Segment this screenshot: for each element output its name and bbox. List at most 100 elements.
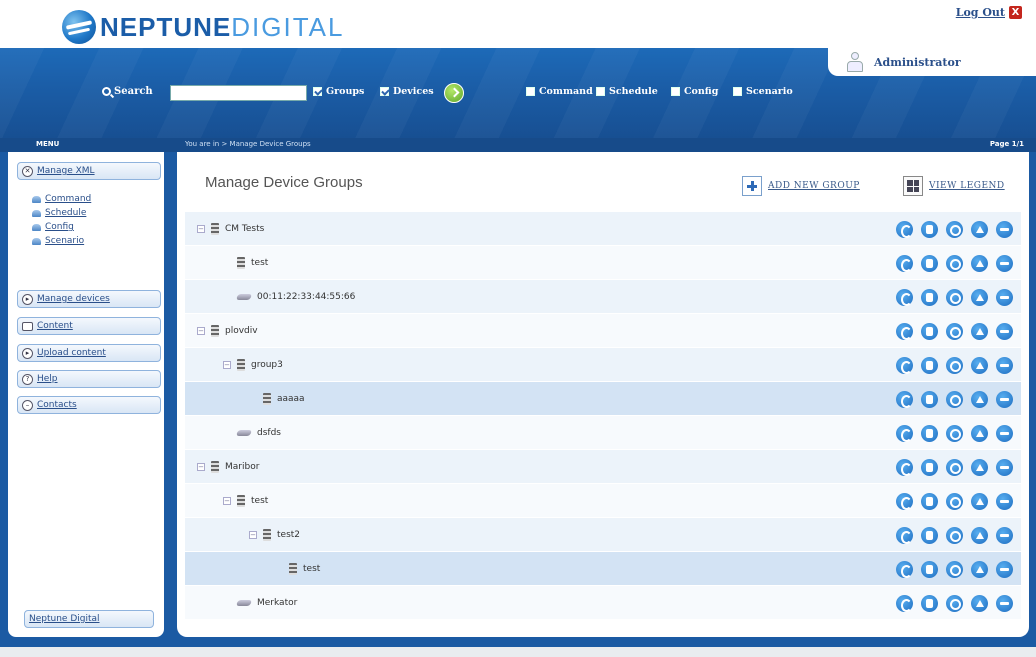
sidebar-footer-link[interactable]: Neptune Digital bbox=[24, 610, 154, 628]
submenu-command[interactable]: Command bbox=[32, 192, 91, 206]
table-row[interactable]: test bbox=[185, 246, 1021, 280]
search-icon[interactable] bbox=[946, 357, 963, 374]
copy-icon[interactable] bbox=[921, 357, 938, 374]
copy-icon[interactable] bbox=[921, 221, 938, 238]
logout-link[interactable]: Log Out bbox=[956, 6, 1005, 19]
sidebar-item-manage-xml[interactable]: ✕ Manage XML bbox=[17, 162, 161, 180]
delete-icon[interactable] bbox=[996, 391, 1013, 408]
edit-icon[interactable] bbox=[896, 391, 913, 408]
copy-icon[interactable] bbox=[921, 323, 938, 340]
search-icon[interactable] bbox=[946, 425, 963, 442]
search-icon[interactable] bbox=[946, 221, 963, 238]
table-row[interactable]: − group3 bbox=[185, 348, 1021, 382]
edit-icon[interactable] bbox=[896, 595, 913, 612]
copy-icon[interactable] bbox=[921, 391, 938, 408]
table-row[interactable]: − Maribor bbox=[185, 450, 1021, 484]
edit-icon[interactable] bbox=[896, 357, 913, 374]
move-up-icon[interactable] bbox=[971, 561, 988, 578]
collapse-toggle-icon[interactable]: − bbox=[197, 224, 205, 233]
search-icon[interactable] bbox=[946, 289, 963, 306]
move-up-icon[interactable] bbox=[971, 221, 988, 238]
search-icon[interactable] bbox=[946, 595, 963, 612]
copy-icon[interactable] bbox=[921, 527, 938, 544]
move-up-icon[interactable] bbox=[971, 289, 988, 306]
view-legend-button[interactable]: VIEW LEGEND bbox=[903, 176, 1005, 196]
collapse-toggle-icon[interactable]: − bbox=[197, 462, 205, 471]
move-up-icon[interactable] bbox=[971, 459, 988, 476]
edit-icon[interactable] bbox=[896, 493, 913, 510]
collapse-toggle-icon[interactable]: − bbox=[197, 326, 205, 335]
sidebar-item-upload-content[interactable]: ▸ Upload content bbox=[17, 344, 161, 362]
table-row[interactable]: − CM Tests bbox=[185, 212, 1021, 246]
sidebar-item-content[interactable]: Content bbox=[17, 317, 161, 335]
search-go-button[interactable] bbox=[444, 83, 464, 103]
search-icon[interactable] bbox=[946, 255, 963, 272]
move-up-icon[interactable] bbox=[971, 493, 988, 510]
delete-icon[interactable] bbox=[996, 459, 1013, 476]
type-schedule-checkbox[interactable]: Schedule bbox=[596, 86, 658, 97]
filter-groups-checkbox[interactable]: Groups bbox=[313, 86, 364, 97]
delete-icon[interactable] bbox=[996, 357, 1013, 374]
collapse-toggle-icon[interactable]: − bbox=[223, 360, 231, 369]
move-up-icon[interactable] bbox=[971, 595, 988, 612]
search-icon[interactable] bbox=[946, 391, 963, 408]
search-input[interactable] bbox=[170, 85, 307, 101]
search-icon[interactable] bbox=[946, 527, 963, 544]
copy-icon[interactable] bbox=[921, 459, 938, 476]
copy-icon[interactable] bbox=[921, 595, 938, 612]
copy-icon[interactable] bbox=[921, 425, 938, 442]
delete-icon[interactable] bbox=[996, 527, 1013, 544]
delete-icon[interactable] bbox=[996, 561, 1013, 578]
delete-icon[interactable] bbox=[996, 595, 1013, 612]
delete-icon[interactable] bbox=[996, 289, 1013, 306]
sidebar-item-manage-devices[interactable]: ▸ Manage devices bbox=[17, 290, 161, 308]
search-icon[interactable] bbox=[946, 459, 963, 476]
type-config-checkbox[interactable]: Config bbox=[671, 86, 718, 97]
delete-icon[interactable] bbox=[996, 221, 1013, 238]
table-row[interactable]: 00:11:22:33:44:55:66 bbox=[185, 280, 1021, 314]
table-row[interactable]: dsfds bbox=[185, 416, 1021, 450]
search-icon[interactable] bbox=[946, 493, 963, 510]
type-command-checkbox[interactable]: Command bbox=[526, 86, 593, 97]
type-scenario-checkbox[interactable]: Scenario bbox=[733, 86, 793, 97]
sidebar-item-contacts[interactable]: – Contacts bbox=[17, 396, 161, 414]
edit-icon[interactable] bbox=[896, 459, 913, 476]
table-row[interactable]: Merkator bbox=[185, 586, 1021, 620]
table-row[interactable]: − test bbox=[185, 484, 1021, 518]
add-new-group-button[interactable]: ADD NEW GROUP bbox=[742, 176, 860, 196]
sidebar-item-help[interactable]: ? Help bbox=[17, 370, 161, 388]
move-up-icon[interactable] bbox=[971, 255, 988, 272]
table-row[interactable]: aaaaa bbox=[185, 382, 1021, 416]
edit-icon[interactable] bbox=[896, 527, 913, 544]
edit-icon[interactable] bbox=[896, 425, 913, 442]
copy-icon[interactable] bbox=[921, 255, 938, 272]
search-icon[interactable] bbox=[946, 323, 963, 340]
submenu-scenario[interactable]: Scenario bbox=[32, 234, 91, 248]
delete-icon[interactable] bbox=[996, 323, 1013, 340]
edit-icon[interactable] bbox=[896, 561, 913, 578]
search-icon[interactable] bbox=[946, 561, 963, 578]
move-up-icon[interactable] bbox=[971, 527, 988, 544]
edit-icon[interactable] bbox=[896, 255, 913, 272]
copy-icon[interactable] bbox=[921, 289, 938, 306]
edit-icon[interactable] bbox=[896, 221, 913, 238]
move-up-icon[interactable] bbox=[971, 323, 988, 340]
table-row[interactable]: − test2 bbox=[185, 518, 1021, 552]
edit-icon[interactable] bbox=[896, 289, 913, 306]
collapse-toggle-icon[interactable]: − bbox=[223, 496, 231, 505]
delete-icon[interactable] bbox=[996, 493, 1013, 510]
edit-icon[interactable] bbox=[896, 323, 913, 340]
submenu-config[interactable]: Config bbox=[32, 220, 91, 234]
table-row[interactable]: test bbox=[185, 552, 1021, 586]
copy-icon[interactable] bbox=[921, 561, 938, 578]
delete-icon[interactable] bbox=[996, 425, 1013, 442]
table-row[interactable]: − plovdiv bbox=[185, 314, 1021, 348]
logout-close-icon[interactable]: X bbox=[1009, 6, 1022, 19]
filter-devices-checkbox[interactable]: Devices bbox=[380, 86, 434, 97]
collapse-toggle-icon[interactable]: − bbox=[249, 530, 257, 539]
move-up-icon[interactable] bbox=[971, 425, 988, 442]
copy-icon[interactable] bbox=[921, 493, 938, 510]
move-up-icon[interactable] bbox=[971, 357, 988, 374]
move-up-icon[interactable] bbox=[971, 391, 988, 408]
delete-icon[interactable] bbox=[996, 255, 1013, 272]
